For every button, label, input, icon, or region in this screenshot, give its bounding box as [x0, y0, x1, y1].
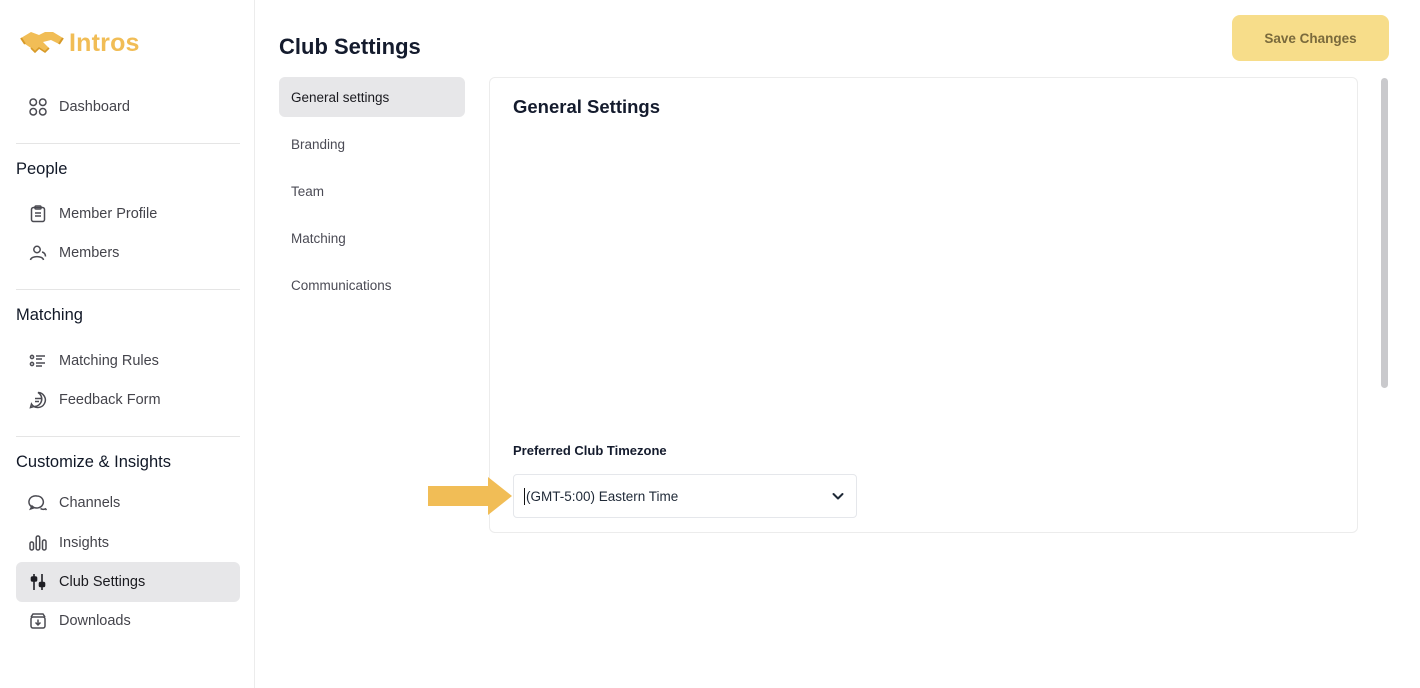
section-title-customize-insights: Customize & Insights	[16, 453, 171, 471]
save-changes-button[interactable]: Save Changes	[1232, 15, 1389, 61]
sidebar-item-dashboard[interactable]: Dashboard	[16, 87, 240, 127]
card-title: General Settings	[513, 96, 661, 117]
subnav-item-general-settings[interactable]: General settings	[279, 77, 465, 117]
app-logo[interactable]: Intros	[19, 26, 140, 60]
handshake-logo-icon	[20, 32, 64, 54]
subnav-item-matching[interactable]: Matching	[279, 218, 465, 258]
sidebar-item-label: Insights	[59, 535, 109, 551]
scrollbar-thumb[interactable]	[1381, 78, 1388, 388]
sidebar-divider	[16, 143, 240, 144]
arrow-right-icon	[428, 477, 512, 515]
sidebar-item-feedback-form[interactable]: Feedback Form	[16, 380, 240, 420]
subnav-item-team[interactable]: Team	[279, 171, 465, 211]
dashboard-grid-icon	[28, 97, 48, 117]
download-box-icon	[28, 611, 48, 631]
timezone-value: (GMT-5:00) Eastern Time	[526, 488, 679, 504]
clipboard-icon	[28, 204, 48, 224]
sidebar-item-downloads[interactable]: Downloads	[16, 601, 240, 641]
sidebar-item-label: Downloads	[59, 613, 131, 629]
sidebar-item-matching-rules[interactable]: Matching Rules	[16, 341, 240, 381]
sidebar-divider	[16, 436, 240, 437]
general-settings-card: General Settings Preferred Club Timezone…	[489, 77, 1358, 533]
sliders-icon	[28, 572, 48, 592]
sidebar-item-label: Club Settings	[59, 574, 146, 590]
sidebar-item-label: Matching Rules	[59, 353, 159, 369]
sidebar-item-label: Dashboard	[59, 99, 130, 115]
subnav-item-communications[interactable]: Communications	[279, 265, 465, 305]
list-rules-icon	[28, 351, 48, 371]
chevron-down-icon	[832, 493, 844, 500]
sidebar: Intros Dashboard People Member Profile M…	[0, 0, 255, 688]
sidebar-item-member-profile[interactable]: Member Profile	[16, 194, 240, 234]
timezone-select[interactable]: (GMT-5:00) Eastern Time	[513, 474, 857, 518]
sidebar-item-label: Channels	[59, 495, 121, 511]
sidebar-item-club-settings[interactable]: Club Settings	[16, 562, 240, 602]
section-title-people: People	[16, 160, 68, 178]
timezone-label: Preferred Club Timezone	[513, 443, 667, 458]
sidebar-item-label: Members	[59, 245, 120, 261]
sidebar-item-members[interactable]: Members	[16, 233, 240, 273]
sidebar-item-label: Member Profile	[59, 206, 158, 222]
page-title: Club Settings	[279, 34, 421, 59]
sidebar-divider	[16, 289, 240, 290]
text-cursor	[524, 487, 525, 505]
users-icon	[28, 243, 48, 263]
section-title-matching: Matching	[16, 306, 83, 324]
subnav-item-branding[interactable]: Branding	[279, 124, 465, 164]
app-name: Intros	[69, 28, 140, 57]
sidebar-item-label: Feedback Form	[59, 392, 161, 408]
bar-chart-icon	[28, 533, 48, 553]
sidebar-item-channels[interactable]: Channels	[16, 483, 240, 523]
feedback-icon	[28, 390, 48, 410]
sidebar-item-insights[interactable]: Insights	[16, 523, 240, 563]
chat-bubbles-icon	[28, 493, 48, 513]
